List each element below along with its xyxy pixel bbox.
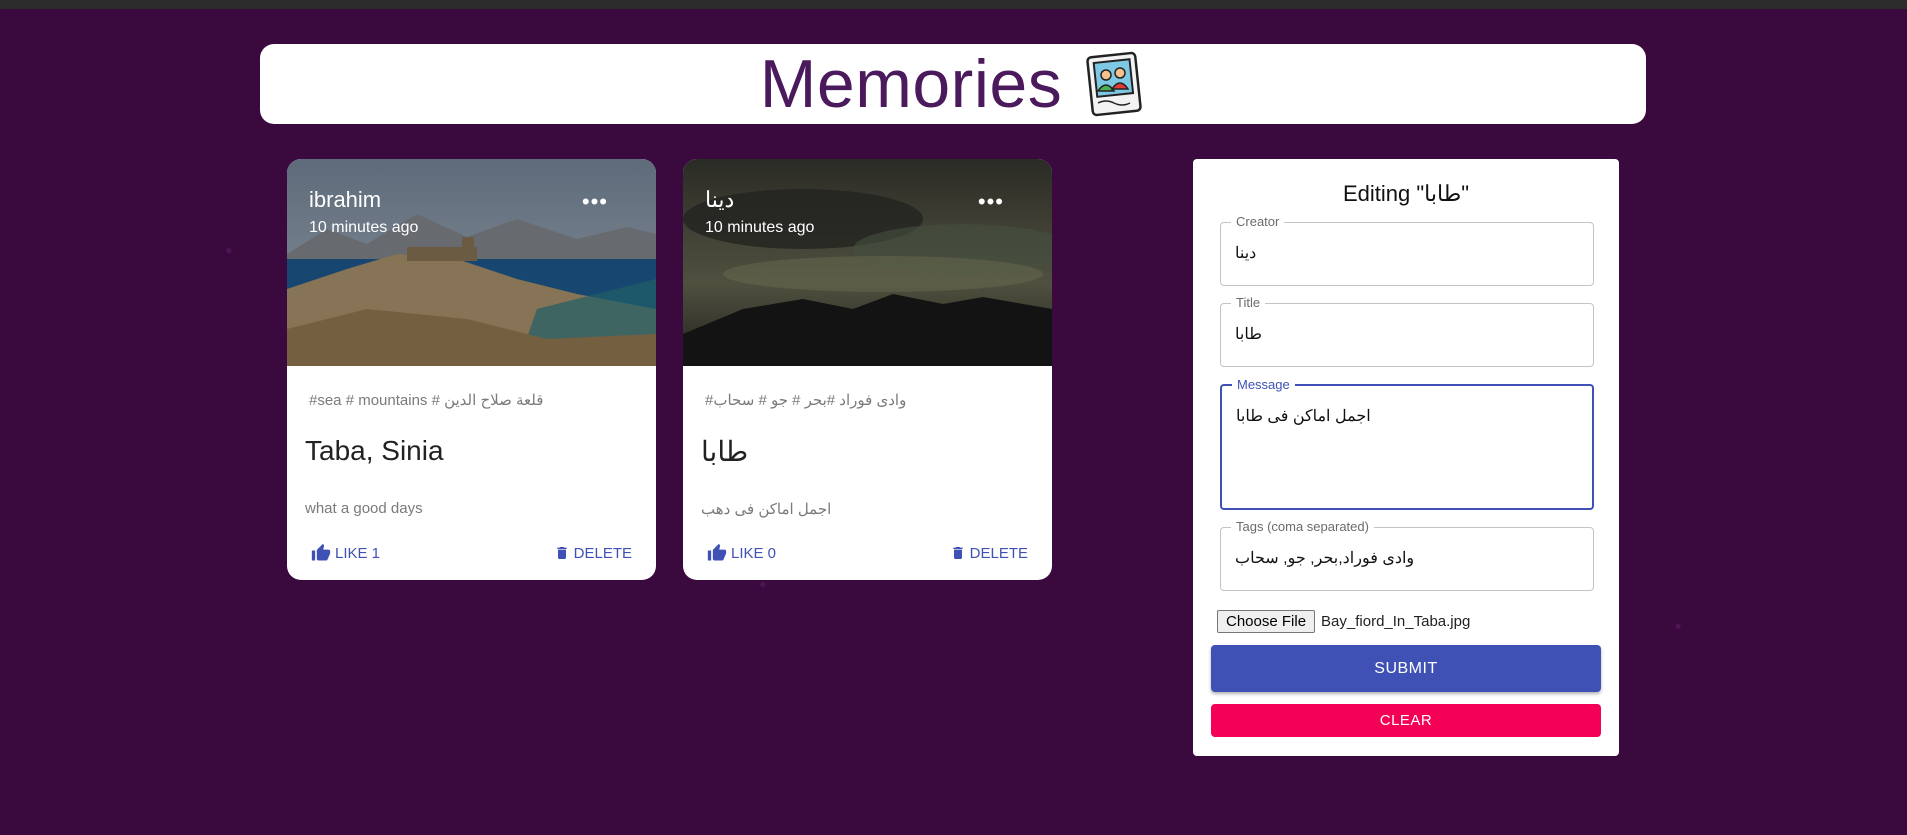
like-button[interactable]: LIKE 1 xyxy=(311,543,380,563)
title-field[interactable]: Title طابا xyxy=(1220,295,1594,367)
choose-file-button[interactable]: Choose File xyxy=(1217,610,1316,633)
thumb-up-icon xyxy=(707,543,727,561)
tags-field[interactable]: Tags (coma separated) وادى فوراد,بحر, جو… xyxy=(1220,519,1594,591)
file-input: Choose File Bay_fiord_In_Taba.jpg xyxy=(1217,610,1470,633)
app-title: Memories xyxy=(759,46,1063,122)
creator-label: Creator xyxy=(1231,214,1285,229)
tags-label: Tags (coma separated) xyxy=(1231,519,1374,534)
post-tags: #وادى فوراد #بحر # جو # سحاب xyxy=(705,392,907,409)
submit-button[interactable]: SUBMIT xyxy=(1211,645,1601,692)
post-card: دينا 10 minutes ago ••• #وادى فوراد #بحر… xyxy=(683,159,1052,580)
edit-memory-form: Editing "طابا" Creator دينا Title طابا M… xyxy=(1193,159,1619,756)
more-options-icon[interactable]: ••• xyxy=(978,189,1004,215)
delete-label: DELETE xyxy=(573,544,632,562)
thumb-up-icon xyxy=(311,543,331,561)
post-time: 10 minutes ago xyxy=(705,219,815,236)
tags-value: وادى فوراد,بحر, جو, سحاب xyxy=(1235,550,1415,567)
like-label: LIKE 0 xyxy=(731,544,777,562)
like-button[interactable]: LIKE 0 xyxy=(707,543,776,563)
more-options-icon[interactable]: ••• xyxy=(582,189,608,215)
trash-icon xyxy=(556,547,567,559)
post-creator: دينا xyxy=(705,187,735,212)
delete-label: DELETE xyxy=(969,544,1028,562)
browser-top-strip xyxy=(0,0,1907,9)
delete-button[interactable]: DELETE xyxy=(554,543,632,563)
message-field[interactable]: Message اجمل اماكن فى طابا xyxy=(1220,377,1594,510)
form-heading: Editing "طابا" xyxy=(1342,181,1470,206)
message-value: اجمل اماكن فى طابا xyxy=(1236,408,1371,425)
post-message: اجمل اماكن فى دهب xyxy=(701,501,832,518)
creator-field[interactable]: Creator دينا xyxy=(1220,214,1594,286)
post-card: ibrahim 10 minutes ago ••• #sea # mounta… xyxy=(287,159,656,580)
post-creator: ibrahim xyxy=(309,187,382,212)
app-bar: Memories xyxy=(260,44,1646,124)
post-time: 10 minutes ago xyxy=(309,219,419,236)
like-label: LIKE 1 xyxy=(335,544,381,562)
delete-button[interactable]: DELETE xyxy=(950,543,1028,563)
creator-value: دينا xyxy=(1235,245,1257,262)
memories-logo-icon xyxy=(1086,51,1143,117)
clear-button[interactable]: CLEAR xyxy=(1211,704,1601,737)
file-name: Bay_fiord_In_Taba.jpg xyxy=(1321,613,1471,630)
post-title: Taba, Sinia xyxy=(305,435,444,466)
message-label: Message xyxy=(1232,377,1295,392)
post-tags: #sea # mountains # قلعة صلاح الدين xyxy=(309,392,544,409)
post-title: طابا xyxy=(701,436,749,467)
post-message: what a good days xyxy=(305,500,423,517)
title-label: Title xyxy=(1231,295,1266,310)
trash-icon xyxy=(952,547,963,559)
title-value: طابا xyxy=(1235,326,1262,343)
